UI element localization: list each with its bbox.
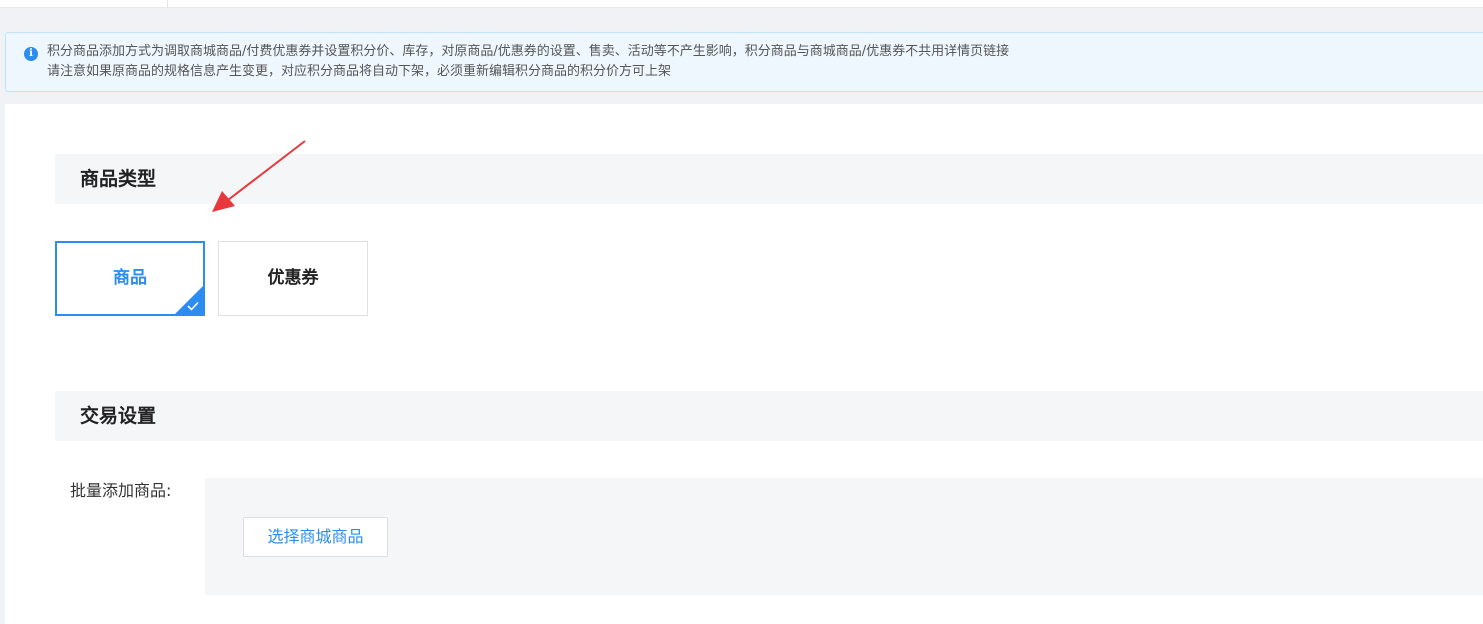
- type-option-coupon-label: 优惠券: [267, 268, 319, 288]
- notice-line-2: 请注意如果原商品的规格信息产生变更，对应积分商品将自动下架，必须重新编辑积分商品…: [47, 64, 672, 79]
- checkmark-icon: [187, 301, 199, 311]
- info-notice: i 积分商品添加方式为调取商城商品/付费优惠券并设置积分价、库存，对原商品/优惠…: [5, 32, 1483, 92]
- top-bar-divider: [167, 0, 168, 8]
- top-bar: [0, 0, 1483, 8]
- batch-add-label: 批量添加商品:: [70, 481, 172, 500]
- batch-add-panel: 选择商城商品: [205, 478, 1483, 595]
- form-card: 商品类型 商品 优惠券 交易设置 批量添加商品: 选择商城商品: [5, 104, 1483, 624]
- info-icon: i: [24, 47, 38, 61]
- type-option-coupon[interactable]: 优惠券: [218, 241, 368, 316]
- type-option-product[interactable]: 商品: [55, 241, 205, 316]
- notice-line-1: 积分商品添加方式为调取商城商品/付费优惠券并设置积分价、库存，对原商品/优惠券的…: [47, 44, 1010, 59]
- section-title-trade-settings: 交易设置: [55, 391, 1483, 441]
- section-title-product-type: 商品类型: [55, 154, 1483, 204]
- type-option-product-label: 商品: [113, 268, 147, 288]
- select-mall-product-button[interactable]: 选择商城商品: [243, 517, 388, 557]
